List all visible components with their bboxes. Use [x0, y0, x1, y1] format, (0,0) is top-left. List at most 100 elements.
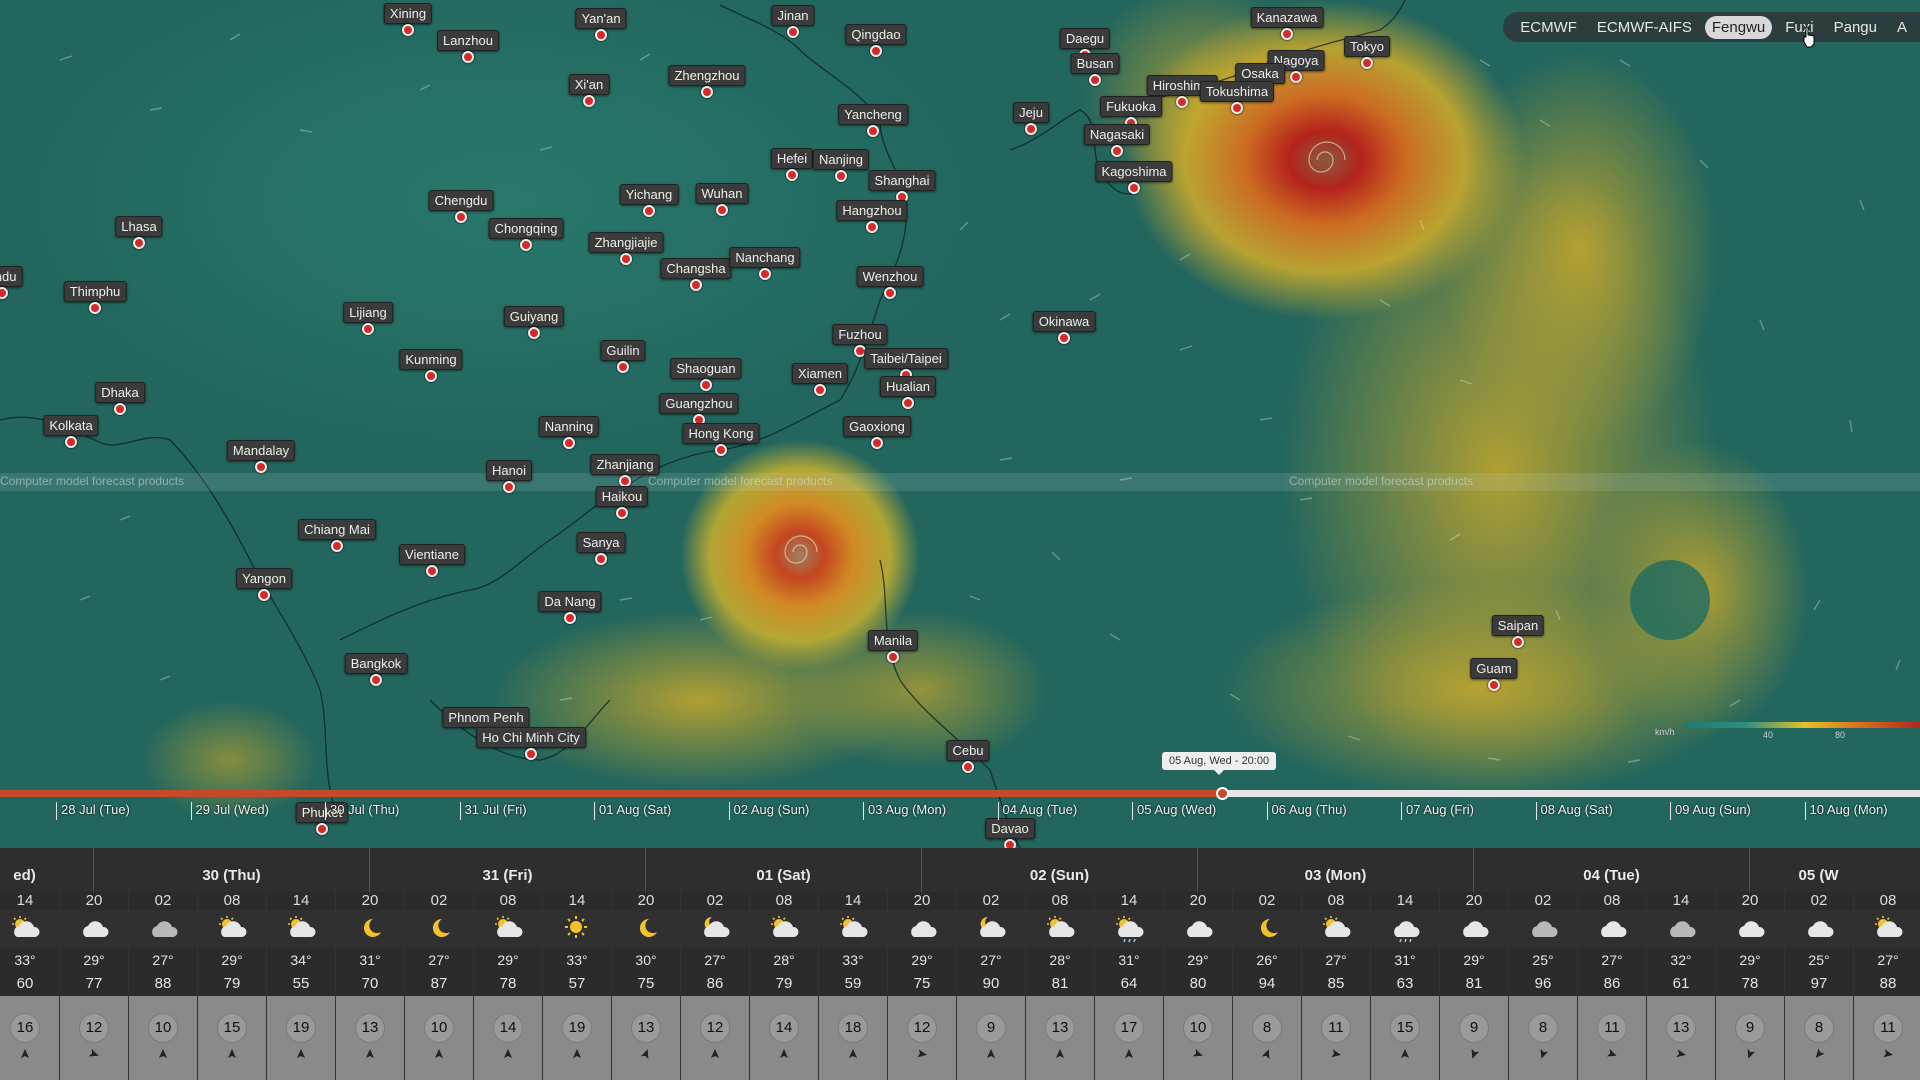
city-label[interactable]: Kolkata	[43, 415, 99, 436]
weather-map[interactable]: Computer model forecast products Compute…	[0, 0, 1920, 848]
city-dot[interactable]	[715, 444, 727, 456]
city-dot[interactable]	[455, 211, 467, 223]
city-dot[interactable]	[814, 384, 826, 396]
city-dot[interactable]	[643, 205, 655, 217]
city-dot[interactable]	[1290, 71, 1302, 83]
city-label[interactable]: Da Nang	[538, 591, 602, 612]
timeline-day-label[interactable]: 28 Jul (Tue)	[56, 802, 130, 820]
city-dot[interactable]	[1361, 57, 1373, 69]
city-dot[interactable]	[426, 565, 438, 577]
city-dot[interactable]	[786, 169, 798, 181]
city-dot[interactable]	[835, 170, 847, 182]
city-dot[interactable]	[1025, 123, 1037, 135]
city-dot[interactable]	[1488, 679, 1500, 691]
city-dot[interactable]	[520, 239, 532, 251]
city-dot[interactable]	[1058, 332, 1070, 344]
city-dot[interactable]	[564, 612, 576, 624]
model-tab[interactable]: Pangu	[1827, 16, 1884, 39]
city-dot[interactable]	[962, 761, 974, 773]
city-label[interactable]: Kanazawa	[1250, 7, 1324, 28]
city-label[interactable]: Nanning	[538, 416, 600, 437]
city-label[interactable]: Kagoshima	[1095, 161, 1173, 182]
city-label[interactable]: Kunming	[399, 349, 463, 370]
model-tab[interactable]: A	[1890, 16, 1914, 39]
city-dot[interactable]	[716, 204, 728, 216]
city-label[interactable]: Tokushima	[1199, 81, 1275, 102]
city-label[interactable]: Busan	[1070, 53, 1120, 74]
city-dot[interactable]	[114, 403, 126, 415]
timeline-day-label[interactable]: 30 Jul (Thu)	[325, 802, 399, 820]
city-label[interactable]: Bangkok	[344, 653, 408, 674]
city-dot[interactable]	[1281, 28, 1293, 40]
city-label[interactable]: Tokyo	[1344, 36, 1390, 57]
city-dot[interactable]	[871, 437, 883, 449]
city-label[interactable]: Qingdao	[845, 24, 907, 45]
city-label[interactable]: Vientiane	[399, 544, 465, 565]
city-dot[interactable]	[370, 674, 382, 686]
city-label[interactable]: Yangon	[236, 568, 292, 589]
city-label[interactable]: andu	[0, 266, 23, 287]
city-dot[interactable]	[787, 26, 799, 38]
city-dot[interactable]	[1111, 145, 1123, 157]
city-dot[interactable]	[133, 237, 145, 249]
timeline-day-label[interactable]: 05 Aug (Wed)	[1132, 802, 1216, 820]
timeline[interactable]: 05 Aug, Wed - 20:00 28 Jul (Tue) 29 Jul (…	[0, 752, 1920, 848]
city-dot[interactable]	[690, 279, 702, 291]
timeline-day-label[interactable]: 10 Aug (Mon)	[1804, 802, 1888, 820]
city-dot[interactable]	[65, 436, 77, 448]
city-dot[interactable]	[525, 748, 537, 760]
city-label[interactable]: Lanzhou	[437, 30, 499, 51]
timeline-day-label[interactable]: 02 Aug (Sun)	[728, 802, 809, 820]
timeline-day-label[interactable]: 09 Aug (Sun)	[1670, 802, 1751, 820]
city-dot[interactable]	[866, 221, 878, 233]
city-label[interactable]: Shanghai	[868, 170, 936, 191]
city-dot[interactable]	[255, 461, 267, 473]
city-dot[interactable]	[563, 437, 575, 449]
city-dot[interactable]	[258, 589, 270, 601]
city-label[interactable]: Chengdu	[428, 190, 494, 211]
city-label[interactable]: Lhasa	[115, 216, 163, 237]
city-label[interactable]: Taibei/Taipei	[864, 348, 948, 369]
model-tab[interactable]: ECMWF	[1513, 16, 1584, 39]
timeline-day-label[interactable]: 01 Aug (Sat)	[594, 802, 671, 820]
city-dot[interactable]	[884, 287, 896, 299]
city-dot[interactable]	[620, 253, 632, 265]
city-label[interactable]: Xining	[383, 3, 433, 24]
city-label[interactable]: Yan'an	[575, 8, 627, 29]
city-dot[interactable]	[1176, 96, 1188, 108]
city-label[interactable]: Chiang Mai	[298, 519, 376, 540]
city-label[interactable]: Hefei	[770, 148, 814, 169]
city-label[interactable]: Hangzhou	[836, 200, 908, 221]
city-label[interactable]: Guilin	[600, 340, 646, 361]
city-dot[interactable]	[528, 327, 540, 339]
city-dot[interactable]	[89, 302, 101, 314]
model-tab[interactable]: ECMWF-AIFS	[1590, 16, 1699, 39]
city-dot[interactable]	[902, 397, 914, 409]
city-label[interactable]: Fuzhou	[832, 324, 888, 345]
city-label[interactable]: Manila	[867, 630, 919, 651]
city-label[interactable]: Guangzhou	[659, 393, 739, 414]
city-dot[interactable]	[595, 29, 607, 41]
timeline-day-label[interactable]: 29 Jul (Wed)	[190, 802, 269, 820]
city-label[interactable]: Zhangjiajie	[588, 232, 664, 253]
city-label[interactable]: Gaoxiong	[843, 416, 911, 437]
city-label[interactable]: Fukuoka	[1100, 96, 1162, 117]
city-label[interactable]: Guam	[1470, 658, 1518, 679]
city-label[interactable]: Hanoi	[486, 460, 532, 481]
city-label[interactable]: Hualian	[879, 376, 937, 397]
timeline-day-label[interactable]: 08 Aug (Sat)	[1535, 802, 1613, 820]
city-dot[interactable]	[462, 51, 474, 63]
city-label[interactable]: Saipan	[1491, 615, 1545, 636]
city-label[interactable]: Haikou	[595, 486, 649, 507]
timeline-day-label[interactable]: 31 Jul (Fri)	[459, 802, 527, 820]
city-dot[interactable]	[700, 379, 712, 391]
city-label[interactable]: Changsha	[660, 258, 732, 279]
city-label[interactable]: Hong Kong	[682, 423, 760, 444]
city-dot[interactable]	[887, 651, 899, 663]
city-label[interactable]: Sanya	[576, 532, 626, 553]
city-dot[interactable]	[402, 24, 414, 36]
city-dot[interactable]	[1512, 636, 1524, 648]
city-dot[interactable]	[503, 481, 515, 493]
city-label[interactable]: Nagasaki	[1083, 124, 1151, 145]
city-label[interactable]: Yichang	[619, 184, 679, 205]
